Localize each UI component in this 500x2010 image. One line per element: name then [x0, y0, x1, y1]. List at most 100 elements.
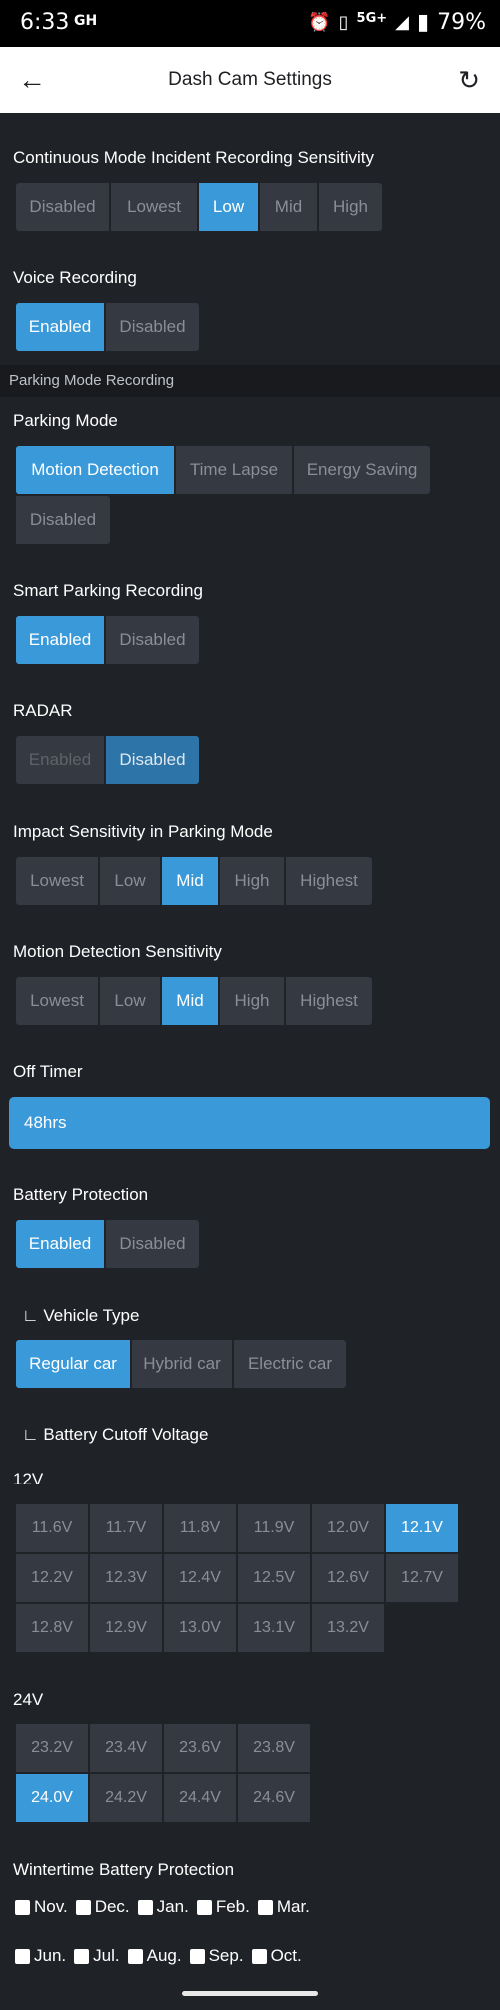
vehicle-type-label: ∟ Vehicle Type [22, 1306, 139, 1326]
month-checkbox[interactable]: Jul. [74, 1946, 120, 1966]
continuous-sensitivity-selector: Disabled Lowest Low Mid High [16, 183, 382, 231]
month-checkbox[interactable]: Aug. [127, 1946, 182, 1966]
option-mid[interactable]: Mid [260, 183, 317, 231]
status-time: 6:33 [20, 10, 70, 35]
option-enabled[interactable]: Enabled [16, 303, 104, 351]
checkbox-box[interactable] [74, 1948, 90, 1964]
smart-parking-label: Smart Parking Recording [13, 581, 203, 600]
voice-recording-label: Voice Recording [13, 268, 137, 287]
sub-item-icon: ∟ [22, 1425, 44, 1444]
voltage-option[interactable]: 11.8V [164, 1504, 236, 1552]
voltage-option[interactable]: 24.6V [238, 1774, 310, 1822]
month-checkbox[interactable]: Oct. [251, 1946, 302, 1966]
vehicle-type-text: Vehicle Type [43, 1306, 140, 1325]
option-lowest[interactable]: Lowest [111, 183, 197, 231]
option-disabled[interactable]: Disabled [16, 496, 110, 544]
month-checkbox[interactable]: Dec. [75, 1897, 130, 1917]
option-low[interactable]: Low [100, 977, 160, 1025]
option-lowest[interactable]: Lowest [16, 977, 98, 1025]
voltage-option[interactable]: 24.4V [164, 1774, 236, 1822]
checkbox-box[interactable] [189, 1948, 205, 1964]
voltage-option[interactable]: 11.6V [16, 1504, 88, 1552]
month-checkbox[interactable]: Feb. [196, 1897, 250, 1917]
month-checkbox[interactable]: Jan. [137, 1897, 189, 1917]
voltage-option[interactable]: 12.3V [90, 1554, 162, 1602]
home-indicator[interactable] [182, 1991, 318, 1996]
option-highest[interactable]: Highest [286, 857, 372, 905]
option-electric-car[interactable]: Electric car [234, 1340, 346, 1388]
month-label: Aug. [146, 1946, 182, 1965]
voltage-option[interactable]: 24.2V [90, 1774, 162, 1822]
off-timer-label: Off Timer [13, 1062, 83, 1081]
option-mid[interactable]: Mid [162, 977, 218, 1025]
battery-protection-label: Battery Protection [13, 1185, 149, 1204]
voltage-option-selected[interactable]: 12.1V [386, 1504, 458, 1552]
voltage-option[interactable]: 12.5V [238, 1554, 310, 1602]
option-regular-car[interactable]: Regular car [16, 1340, 130, 1388]
checkbox-box[interactable] [75, 1899, 91, 1915]
option-low[interactable]: Low [100, 857, 160, 905]
option-disabled[interactable]: Disabled [16, 183, 109, 231]
checkbox-box[interactable] [15, 1948, 30, 1964]
voltage-option-selected[interactable]: 24.0V [16, 1774, 88, 1822]
option-enabled[interactable]: Enabled [16, 616, 104, 664]
month-label: Jan. [156, 1897, 189, 1916]
checkbox-box[interactable] [127, 1948, 143, 1964]
cutoff-voltage-text: Battery Cutoff Voltage [43, 1425, 209, 1444]
voltage-option[interactable]: 13.0V [164, 1604, 236, 1652]
voltage-option[interactable]: 13.1V [238, 1604, 310, 1652]
voltage-option[interactable]: 12.6V [312, 1554, 384, 1602]
month-checkbox[interactable]: Mar. [257, 1897, 310, 1917]
voltage-option[interactable]: 12.0V [312, 1504, 384, 1552]
voltage-option[interactable]: 13.2V [312, 1604, 384, 1652]
month-label: Nov. [34, 1897, 68, 1916]
option-low[interactable]: Low [199, 183, 258, 231]
month-checkbox[interactable]: Jun. [15, 1946, 66, 1966]
voltage-option[interactable]: 11.7V [90, 1504, 162, 1552]
motion-sensitivity-label: Motion Detection Sensitivity [13, 942, 222, 961]
option-motion-detection[interactable]: Motion Detection [16, 446, 174, 494]
option-hybrid-car[interactable]: Hybrid car [132, 1340, 232, 1388]
option-lowest[interactable]: Lowest [16, 857, 98, 905]
checkbox-box[interactable] [251, 1948, 267, 1964]
parking-section-header: Parking Mode Recording [0, 365, 500, 397]
checkbox-box[interactable] [137, 1899, 153, 1915]
option-energy-saving[interactable]: Energy Saving [294, 446, 430, 494]
wintertime-months-row1: Nov. Dec. Jan. Feb. Mar. [15, 1897, 318, 1917]
voltage-option[interactable]: 23.4V [90, 1724, 162, 1772]
parking-mode-selector-row2: Disabled [16, 496, 110, 544]
month-label: Feb. [215, 1897, 250, 1916]
option-enabled[interactable]: Enabled [16, 1220, 104, 1268]
option-high[interactable]: High [220, 857, 284, 905]
voltage-option[interactable]: 11.9V [238, 1504, 310, 1552]
checkbox-box[interactable] [257, 1899, 273, 1915]
checkbox-box[interactable] [196, 1899, 212, 1915]
option-high[interactable]: High [319, 183, 382, 231]
voice-recording-selector: Enabled Disabled [16, 303, 199, 351]
voltage-option[interactable]: 23.8V [238, 1724, 310, 1772]
option-disabled[interactable]: Disabled [106, 616, 199, 664]
option-disabled[interactable]: Disabled [106, 1220, 199, 1268]
off-timer-select[interactable]: 48hrs [9, 1097, 490, 1149]
voltage-option[interactable]: 23.6V [164, 1724, 236, 1772]
smart-parking-selector: Enabled Disabled [16, 616, 199, 664]
voltage-option[interactable]: 12.8V [16, 1604, 88, 1652]
status-icons: ⏰ ▯ 5G+ ◢ ▮ 79% [308, 10, 486, 35]
option-disabled[interactable]: Disabled [106, 303, 199, 351]
month-checkbox[interactable]: Sep. [189, 1946, 244, 1966]
option-highest[interactable]: Highest [286, 977, 372, 1025]
voltage-option[interactable]: 12.2V [16, 1554, 88, 1602]
option-time-lapse[interactable]: Time Lapse [176, 446, 292, 494]
month-checkbox[interactable]: Nov. [15, 1897, 68, 1917]
voltage-option[interactable]: 12.7V [386, 1554, 458, 1602]
checkbox-box[interactable] [15, 1899, 30, 1915]
voltage-option[interactable]: 12.4V [164, 1554, 236, 1602]
voltage-option[interactable]: 23.2V [16, 1724, 88, 1772]
option-mid[interactable]: Mid [162, 857, 218, 905]
option-high[interactable]: High [220, 977, 284, 1025]
option-enabled: Enabled [16, 736, 104, 784]
refresh-icon[interactable]: ↻ [458, 64, 480, 96]
vehicle-type-selector: Regular car Hybrid car Electric car [16, 1340, 346, 1388]
voltage-12v-grid: 11.6V 11.7V 11.8V 11.9V 12.0V 12.1V 12.2… [16, 1504, 458, 1652]
voltage-option[interactable]: 12.9V [90, 1604, 162, 1652]
